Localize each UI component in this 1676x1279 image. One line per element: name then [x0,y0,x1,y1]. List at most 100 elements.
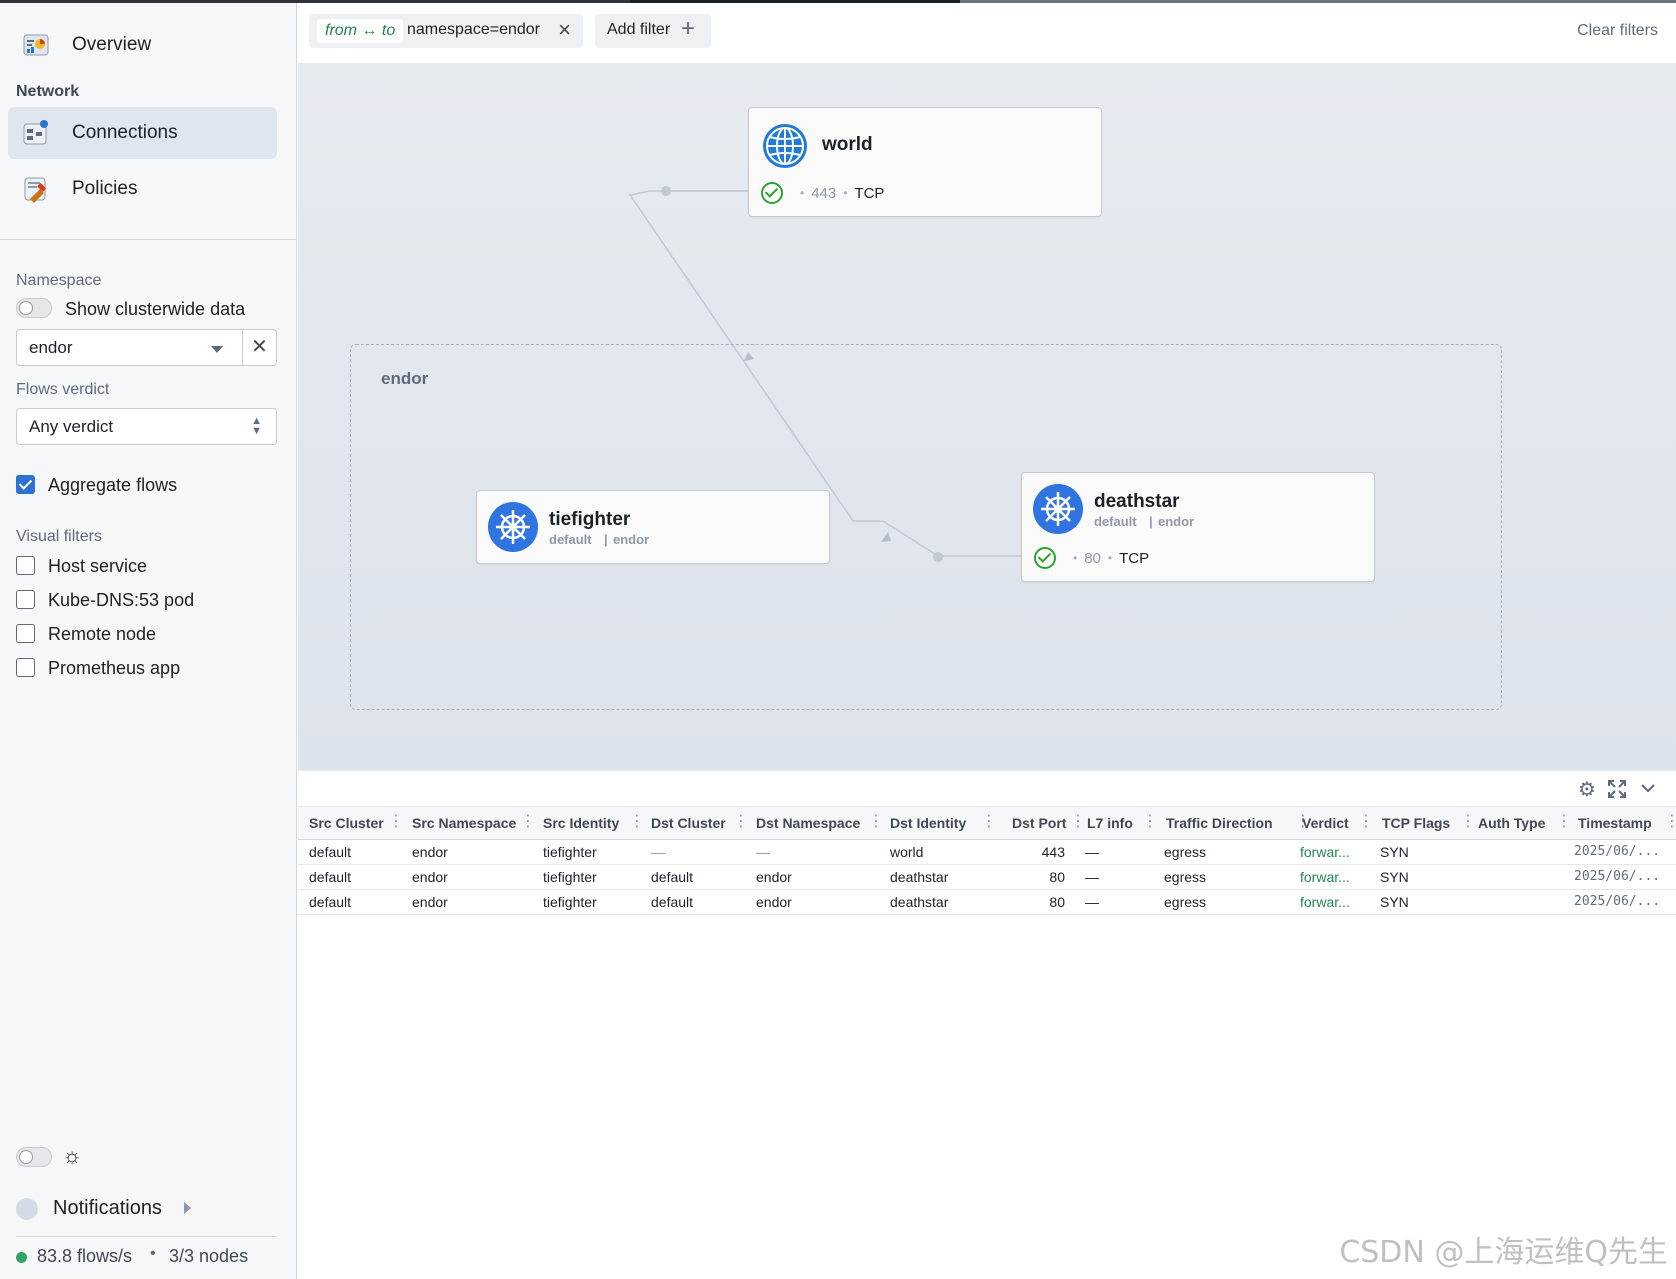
cell-dst-cluster: default [651,869,694,885]
world-node-card[interactable]: world • 443 • TCP [748,107,1102,217]
service-map-canvas[interactable]: endor world • 443 • TCP tiefighter defau… [298,64,1676,770]
column-resize-handle[interactable] [388,811,404,833]
cell-dst-namespace: endor [756,894,792,910]
cell-dst-namespace: — [756,844,770,860]
tiefighter-namespace: endor [613,532,650,547]
column-header[interactable]: TCP Flags [1382,815,1450,831]
close-icon[interactable]: × [558,17,571,43]
column-header[interactable]: L7 info [1087,815,1133,831]
column-resize-handle[interactable] [629,811,645,833]
kube-dns-checkbox[interactable] [16,590,35,609]
aggregate-flows-checkbox[interactable] [16,475,35,494]
clear-filters-button[interactable]: Clear filters [1577,22,1658,40]
cell-dst-cluster: default [651,894,694,910]
deathstar-port-row: • 80 • TCP [1034,547,1149,569]
sidebar-divider [0,239,297,240]
deathstar-protocol: TCP [1119,549,1150,567]
column-resize-handle[interactable] [520,811,536,833]
cell-verdict: forwar... [1300,844,1350,860]
table-row[interactable]: default endor tiefighter — — world 443 —… [298,840,1676,865]
column-resize-handle[interactable] [1358,811,1374,833]
check-circle-icon [761,182,783,204]
column-resize-handle[interactable] [1070,811,1086,833]
verdict-select[interactable]: Any verdict ▲ ▼ [16,408,277,445]
cell-dst-identity: world [890,844,924,860]
table-row[interactable]: default endor tiefighter default endor d… [298,890,1676,915]
nav-connections[interactable]: Connections [8,107,277,159]
notifications-row[interactable]: Notifications [16,1195,216,1225]
add-filter-button[interactable]: Add filter + [595,14,711,48]
column-resize-handle[interactable] [1460,811,1476,833]
clusterwide-label: Show clusterwide data [65,299,246,319]
column-header[interactable]: Src Namespace [412,815,516,831]
cell-traffic-direction: egress [1164,894,1207,910]
column-header[interactable]: Src Identity [543,815,619,831]
label-separator: | [1149,514,1153,529]
cell-dst-identity: deathstar [890,894,949,910]
flows-table-toolbar: ⚙ [298,770,1676,806]
column-header[interactable]: Timestamp [1578,815,1652,831]
nodes-count: 3/3 nodes [169,1246,249,1266]
column-header[interactable]: Src Cluster [309,815,384,831]
world-port-row: • 443 • TCP [761,182,884,204]
cell-dst-namespace: endor [756,869,792,885]
sidebar: Overview Network Connections Policies Na… [0,3,297,1279]
column-header[interactable]: Traffic Direction [1166,815,1273,831]
namespace-select[interactable]: endor ✕ [16,329,277,366]
column-header[interactable]: Verdict [1302,815,1349,831]
expand-icon[interactable] [1606,779,1628,801]
clusterwide-toggle[interactable] [16,298,52,318]
kubernetes-helm-icon [488,502,538,552]
nav-overview[interactable]: Overview [8,19,277,71]
deathstar-cluster: default [1094,514,1137,529]
cell-dst-port: 80 [1049,894,1065,910]
column-header[interactable]: Dst Cluster [651,815,726,831]
deathstar-node-title: deathstar [1094,491,1180,512]
cell-tcp-flags: SYN [1380,844,1409,860]
tiefighter-node-card[interactable]: tiefighter default | endor [476,490,830,564]
host-service-checkbox[interactable] [16,556,35,575]
tiefighter-node-title: tiefighter [549,509,631,530]
namespace-filter-chip[interactable]: from ↔ to namespace=endor × [309,14,583,48]
column-resize-handle[interactable] [1295,811,1311,833]
filter-direction[interactable]: from ↔ to [317,19,404,43]
kubernetes-helm-icon [1033,484,1083,534]
deathstar-node-card[interactable]: deathstar default | endor • 80 • TCP [1021,472,1375,582]
visual-filter-label: Prometheus app [48,658,181,678]
select-updown-icon: ▲ ▼ [251,415,262,437]
gear-icon[interactable]: ⚙ [1576,779,1598,801]
prometheus-app-checkbox[interactable] [16,658,35,677]
column-header[interactable]: Dst Identity [890,815,966,831]
column-resize-handle[interactable] [981,811,997,833]
bell-icon [16,1198,38,1220]
column-header[interactable]: Dst Port [1012,815,1066,831]
nav-policies-label: Policies [72,178,138,199]
chevron-down-icon[interactable] [1637,779,1659,801]
network-section-title: Network [16,83,80,100]
cell-tcp-flags: SYN [1380,869,1409,885]
column-resize-handle[interactable] [868,811,884,833]
column-resize-handle[interactable] [733,811,749,833]
cell-src-cluster: default [309,869,352,885]
visual-filter-label: Remote node [48,624,157,644]
verdict-select-value: Any verdict [29,417,114,436]
theme-toggle[interactable] [16,1147,52,1167]
column-resize-handle[interactable] [1556,811,1572,833]
cell-timestamp: 2025/06/... [1574,869,1661,884]
world-port: 443 [811,184,837,202]
edge-endpoint [661,186,671,196]
table-row[interactable]: default endor tiefighter default endor d… [298,865,1676,890]
remote-node-checkbox[interactable] [16,624,35,643]
visual-filter-label: Kube-DNS:53 pod [48,590,195,610]
column-header[interactable]: Auth Type [1478,815,1545,831]
namespace-group-label: endor [381,369,429,388]
namespace-clear-button[interactable]: ✕ [242,330,276,365]
nav-policies[interactable]: Policies [8,163,277,215]
visual-filter-label: Host service [48,556,148,576]
aggregate-flows-label: Aggregate flows [48,475,178,495]
column-header[interactable]: Dst Namespace [756,815,860,831]
column-resize-handle[interactable] [1142,811,1158,833]
globe-icon [761,122,809,170]
deathstar-port: 80 [1084,549,1101,567]
column-resize-handle[interactable] [1664,811,1676,833]
